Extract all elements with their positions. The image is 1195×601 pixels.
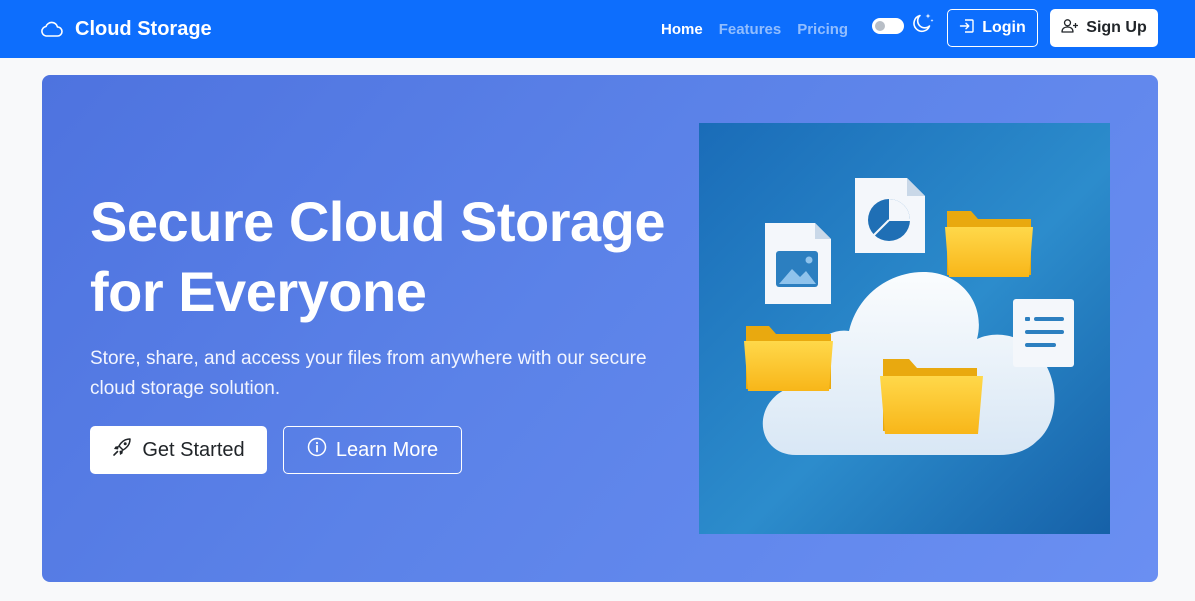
hero-section: Secure Cloud Storage for Everyone Store,… — [42, 75, 1158, 582]
signup-label: Sign Up — [1086, 19, 1147, 36]
folder-icon — [945, 211, 1033, 277]
theme-toggle-switch[interactable] — [872, 18, 904, 34]
cloud-storage-illustration — [699, 123, 1110, 534]
nav-link-home[interactable]: Home — [661, 21, 703, 38]
login-button[interactable]: Login — [947, 9, 1038, 47]
learn-more-label: Learn More — [335, 438, 439, 461]
hero-title-line-2: for Everyone — [90, 260, 427, 323]
person-add-icon — [1061, 18, 1079, 39]
info-circle-icon — [307, 437, 327, 463]
brand-link[interactable]: Cloud Storage — [40, 0, 212, 58]
signup-button[interactable]: Sign Up — [1050, 9, 1158, 47]
folder-icon — [744, 326, 833, 391]
login-icon — [959, 18, 975, 39]
image-document-icon — [765, 223, 831, 304]
nav-links: Home Features Pricing — [661, 0, 848, 58]
learn-more-button[interactable]: Learn More — [283, 426, 462, 474]
toggle-knob — [875, 21, 885, 31]
login-label: Login — [982, 19, 1026, 36]
get-started-button[interactable]: Get Started — [90, 426, 267, 474]
chart-document-icon — [855, 178, 925, 253]
moon-stars-icon — [911, 11, 935, 35]
navbar: Cloud Storage Home Features Pricing Logi… — [0, 0, 1195, 58]
hero-title-line-1: Secure Cloud Storage — [90, 190, 666, 253]
cloud-icon — [40, 20, 63, 38]
hero-title: Secure Cloud Storage for Everyone — [90, 187, 690, 327]
hero-subtitle: Store, share, and access your files from… — [90, 344, 660, 404]
nav-link-features[interactable]: Features — [719, 21, 782, 38]
hero-subtitle-line-1: Store, share, and access your files from… — [90, 348, 647, 369]
folder-icon — [880, 359, 983, 434]
get-started-label: Get Started — [142, 438, 245, 461]
nav-link-pricing[interactable]: Pricing — [797, 21, 848, 38]
hero-subtitle-line-2: cloud storage solution. — [90, 378, 281, 399]
brand-name: Cloud Storage — [75, 17, 212, 40]
rocket-icon — [112, 437, 132, 463]
text-document-icon — [1013, 299, 1074, 367]
